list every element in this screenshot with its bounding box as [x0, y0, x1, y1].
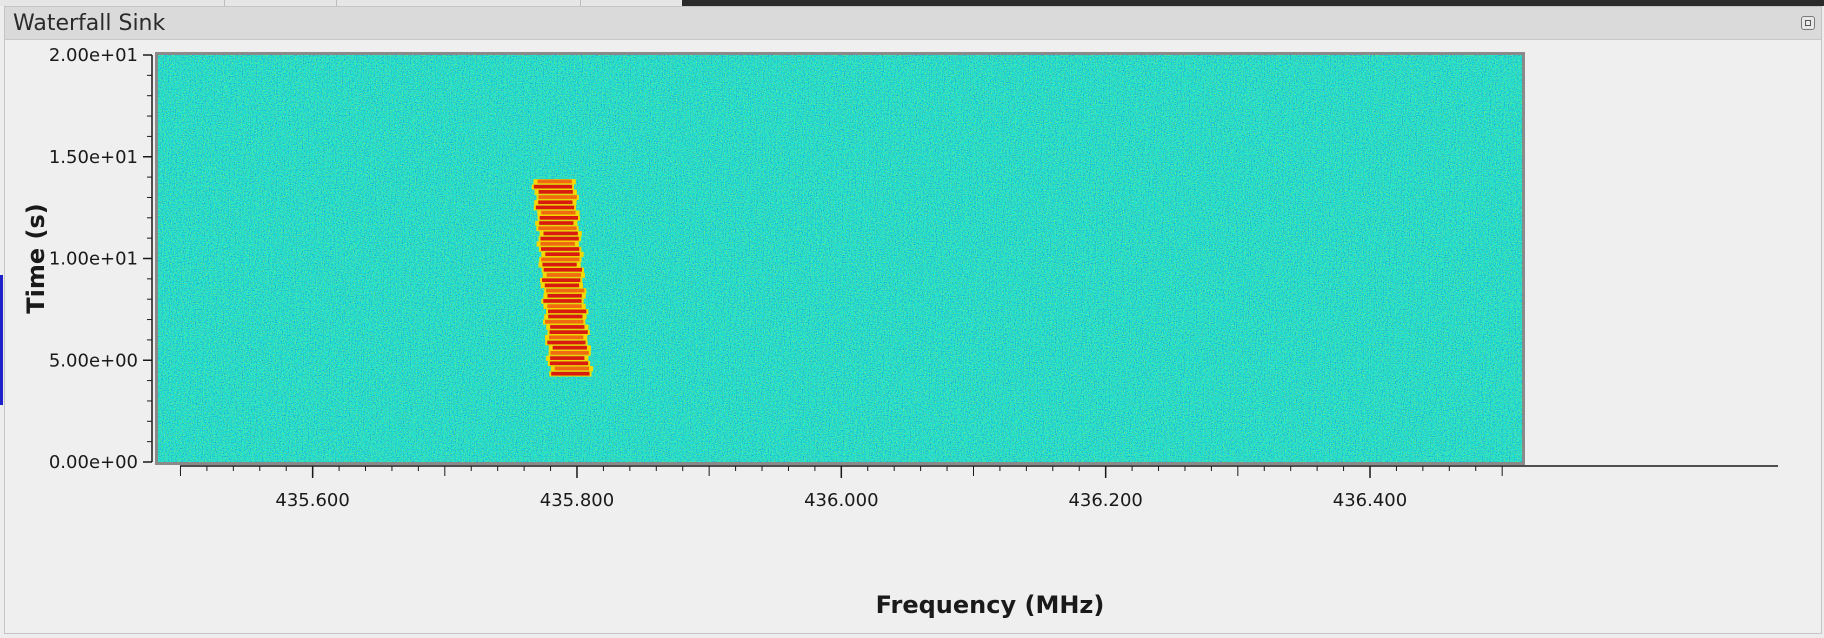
signal-row-core	[541, 210, 576, 215]
waterfall-plot[interactable]: 0.00e+00 5.00e+00 1.00e+01 1.50e+01 2.00e+01…	[0, 0, 1824, 638]
signal-row-core	[548, 335, 584, 340]
signal-row-core	[538, 190, 573, 194]
y-tick-label: 1.00e+01	[49, 249, 138, 270]
signal-row-core	[538, 195, 577, 199]
signal-row-core	[547, 340, 586, 345]
y-tick-label: 0.00e+00	[49, 452, 138, 473]
noise-speckle	[158, 55, 1522, 462]
signal-row-core	[547, 304, 582, 309]
signal-row-core	[548, 309, 587, 314]
signal-row-core	[542, 262, 577, 267]
signal-row-core	[535, 205, 575, 210]
x-tick-label: 435.600	[275, 490, 349, 511]
signal-row-core	[543, 231, 578, 236]
signal-row-core	[537, 179, 572, 184]
plot-area[interactable]	[155, 52, 1525, 465]
signal-row-core	[546, 273, 581, 277]
signal-row-core	[539, 221, 574, 225]
signal-row-core	[550, 356, 585, 360]
signal-row-core	[541, 257, 580, 262]
signal-row-core	[549, 361, 589, 366]
signal-row-core	[540, 241, 575, 246]
signal-row-core	[549, 330, 588, 334]
signal-row-core	[551, 371, 590, 376]
signal-row-core	[550, 351, 589, 355]
x-tick-label: 436.400	[1333, 490, 1407, 511]
signal-row-core	[554, 366, 590, 371]
signal-row-core	[545, 252, 580, 257]
y-axis-title: Time (s)	[22, 203, 50, 313]
x-tick-label: 435.800	[540, 490, 614, 511]
x-tick-label: 436.000	[804, 490, 878, 511]
signal-row-core	[543, 267, 582, 272]
signal-row-core	[547, 293, 582, 298]
signal-row-core	[533, 184, 573, 189]
y-tick-label: 5.00e+00	[49, 350, 138, 371]
signal-row-core	[538, 200, 573, 205]
signal-row-core	[550, 325, 585, 329]
x-axis-ticks: 435.600 435.800 436.000 436.200 436.400	[179, 466, 1503, 511]
signal-row-core	[540, 236, 579, 241]
signal-row-core	[543, 299, 582, 303]
signal-row-core	[541, 247, 580, 251]
signal-row-core	[544, 283, 580, 288]
signal-row-core	[545, 319, 584, 324]
signal-row-core	[539, 215, 578, 220]
y-tick-label: 2.00e+01	[49, 45, 138, 66]
signal-row-core	[552, 345, 587, 350]
signal-row-core	[548, 314, 583, 319]
y-tick-label: 1.50e+01	[49, 147, 138, 168]
signal-row-core	[542, 278, 581, 283]
x-tick-label: 436.200	[1068, 490, 1142, 511]
x-axis-title: Frequency (MHz)	[876, 591, 1105, 619]
signal-row-core	[546, 288, 585, 293]
signal-row-core	[538, 226, 577, 231]
y-axis-ticks: 0.00e+00 5.00e+00 1.00e+01 1.50e+01 2.00e+01	[49, 45, 152, 473]
